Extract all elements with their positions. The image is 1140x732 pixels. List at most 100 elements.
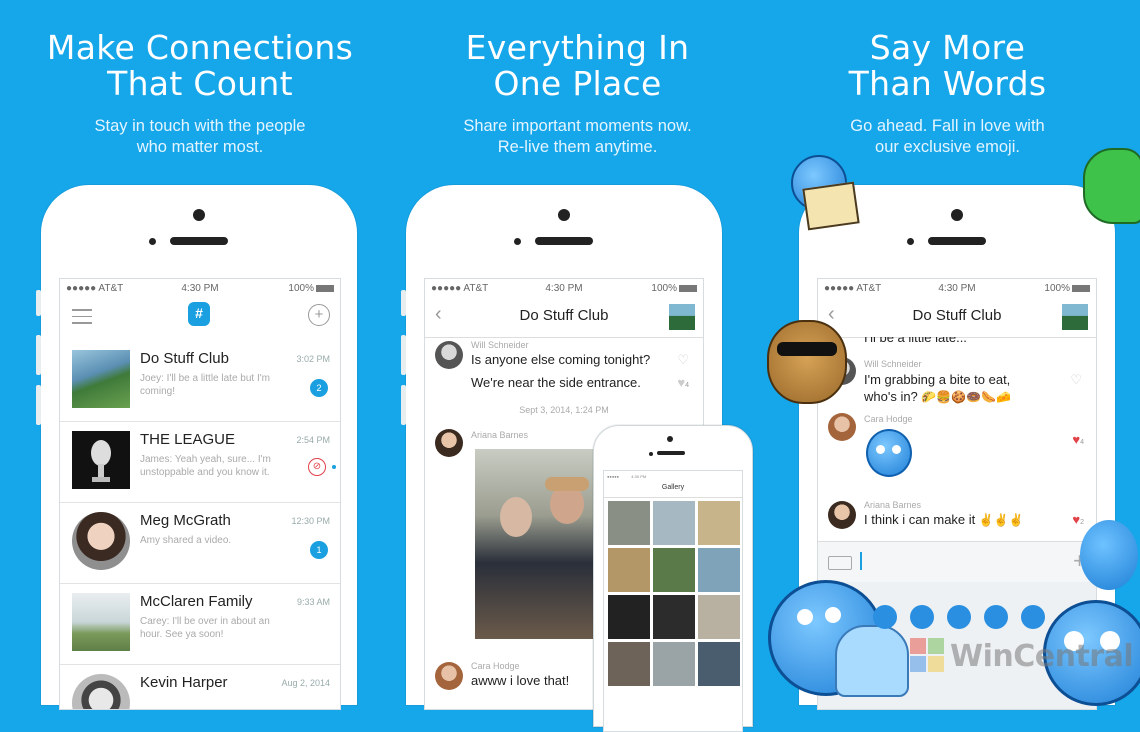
emoji-key[interactable]	[1021, 605, 1045, 629]
group-avatar	[72, 593, 130, 651]
sender-name: Will Schneider	[864, 359, 922, 369]
subtitle-line: Go ahead. Fall in love with	[850, 117, 1045, 135]
battery: 100%	[651, 283, 697, 294]
conversation-time: Aug 2, 2014	[281, 678, 330, 688]
panel-headline: Say More Than Words	[755, 30, 1140, 102]
watermark-text: WinCentral	[950, 638, 1134, 674]
gallery-photo[interactable]	[698, 548, 740, 592]
heart-icon[interactable]: ♡	[1070, 372, 1082, 388]
subtitle-line: Stay in touch with the people	[94, 117, 306, 135]
message-line-text: I think i can make it	[864, 512, 976, 527]
dog-sunglasses-emoji-sticker	[767, 320, 847, 404]
gallery-photo[interactable]	[698, 595, 740, 639]
conversation-row[interactable]: McClaren Family 9:33 AM Carey: I'll be o…	[60, 584, 340, 665]
avatar	[828, 501, 856, 529]
chat-title: Do Stuff Club	[519, 307, 609, 324]
heart-count: 4	[1080, 439, 1084, 446]
new-message-icon[interactable]: +	[308, 304, 330, 326]
emoji-key[interactable]	[984, 605, 1008, 629]
waving-hand-sticker	[835, 625, 909, 697]
conversation-time: 9:33 AM	[296, 597, 330, 607]
subtitle-line: who matter most.	[136, 138, 264, 156]
emoji-key[interactable]	[910, 605, 934, 629]
headline-line: One Place	[493, 64, 662, 103]
conversation-row[interactable]: Meg McGrath 12:30 PM Amy shared a video.…	[60, 503, 340, 584]
conversation-row[interactable]: Do Stuff Club 3:02 PM Joey: I'll be a li…	[60, 341, 340, 422]
conversation-name: Meg McGrath	[140, 512, 231, 529]
group-avatar	[72, 350, 130, 408]
panel-subtitle: Share important moments now. Re-live the…	[380, 116, 775, 158]
conversation-preview: Carey: I'll be over in about an hour. Se…	[140, 616, 270, 640]
message-line: who's in? 🌮🍔🍪🍩🌭🧀	[864, 388, 1011, 406]
camera	[951, 209, 963, 221]
navbar: # +	[60, 297, 340, 341]
group-avatar	[72, 431, 130, 489]
battery-level: 100%	[651, 283, 677, 294]
phone-mockup: ●●●●● AT&T 4:30 PM 100% # + Do Stuff Clu…	[36, 185, 357, 710]
sender-name: Ariana Barnes	[471, 430, 529, 440]
gallery-photo[interactable]	[653, 548, 695, 592]
gallery-photo[interactable]	[608, 548, 650, 592]
message-text: I think i can make it ✌✌✌	[864, 511, 1024, 529]
navbar: ‹ Do Stuff Club	[818, 297, 1096, 338]
keyboard-icon[interactable]	[828, 556, 852, 570]
gallery-title: Gallery	[661, 484, 685, 491]
menu-icon[interactable]	[72, 309, 92, 324]
heart-count: 4	[685, 382, 689, 389]
conversation-row[interactable]: THE LEAGUE 2:54 PM James: Yeah yeah, sur…	[60, 422, 340, 503]
conversation-name: Do Stuff Club	[140, 350, 229, 367]
conversation-time: 12:30 PM	[291, 516, 330, 526]
conversation-name: McClaren Family	[140, 593, 253, 610]
sender-name: Cara Hodge	[864, 414, 913, 424]
message-input-bar[interactable]: +	[818, 541, 1096, 582]
emoji-key[interactable]	[947, 605, 971, 629]
camera	[558, 209, 570, 221]
conversation-preview: James: Yeah yeah, sure... I'm unstoppabl…	[140, 454, 271, 478]
gallery-photo[interactable]	[653, 501, 695, 545]
panel-subtitle: Stay in touch with the people who matter…	[0, 116, 400, 158]
gallery-photo[interactable]	[653, 642, 695, 686]
avatar	[435, 341, 463, 369]
headline-line: Make Connections	[46, 28, 354, 67]
panel-headline: Everything In One Place	[380, 30, 775, 102]
watermark: WinCentral	[910, 636, 1134, 676]
gallery-photo[interactable]	[608, 501, 650, 545]
panel-subtitle: Go ahead. Fall in love with our exclusiv…	[755, 116, 1140, 158]
sender-name: Ariana Barnes	[864, 500, 922, 510]
battery: 100%	[1044, 283, 1090, 294]
text-cursor	[860, 552, 862, 570]
gallery-photo[interactable]	[653, 595, 695, 639]
heart-icon[interactable]: ♥4	[1072, 432, 1084, 447]
unread-badge: 1	[310, 541, 328, 559]
navbar: ‹ Do Stuff Club	[425, 297, 703, 338]
food-emoji-icons: 🌮🍔🍪🍩🌭🧀	[921, 390, 1012, 404]
conversation-name: THE LEAGUE	[140, 431, 236, 448]
group-thumbnail[interactable]	[669, 304, 695, 330]
newspaper-sticker	[802, 181, 860, 231]
subtitle-line: Share important moments now.	[463, 117, 692, 135]
gallery-photo[interactable]	[608, 642, 650, 686]
gallery-photo[interactable]	[698, 501, 740, 545]
heart-icon[interactable]: ♡	[677, 352, 689, 368]
heart-icon[interactable]: ♥4	[677, 375, 689, 390]
emoji-icons: ✌✌✌	[978, 513, 1024, 527]
panel-connections: Make Connections That Count Stay in touc…	[0, 0, 400, 710]
heart-icon[interactable]: ♥2	[1072, 512, 1084, 527]
message-text: I'm grabbing a bite to eat, who's in? 🌮🍔…	[864, 371, 1011, 406]
chat-title: Do Stuff Club	[912, 307, 1002, 324]
app-logo-icon: #	[188, 302, 210, 326]
emoji-key[interactable]	[873, 605, 897, 629]
conversation-preview: Joey: I'll be a little late but I'm comi…	[140, 373, 270, 397]
emoji-row	[873, 605, 1073, 635]
subtitle-line: Re-live them anytime.	[497, 138, 658, 156]
sender-name: Cara Hodge	[471, 661, 520, 671]
gallery-photo[interactable]	[608, 595, 650, 639]
gallery-photo[interactable]	[698, 642, 740, 686]
panel-headline: Make Connections That Count	[0, 30, 400, 102]
message-line-text: who's in?	[864, 389, 918, 404]
group-thumbnail[interactable]	[1062, 304, 1088, 330]
conversation-row[interactable]: Kevin Harper Aug 2, 2014	[60, 665, 340, 709]
status-bar: ●●●●● AT&T 4:30 PM 100%	[66, 283, 334, 295]
gallery-grid	[608, 501, 740, 686]
avatar	[435, 662, 463, 690]
